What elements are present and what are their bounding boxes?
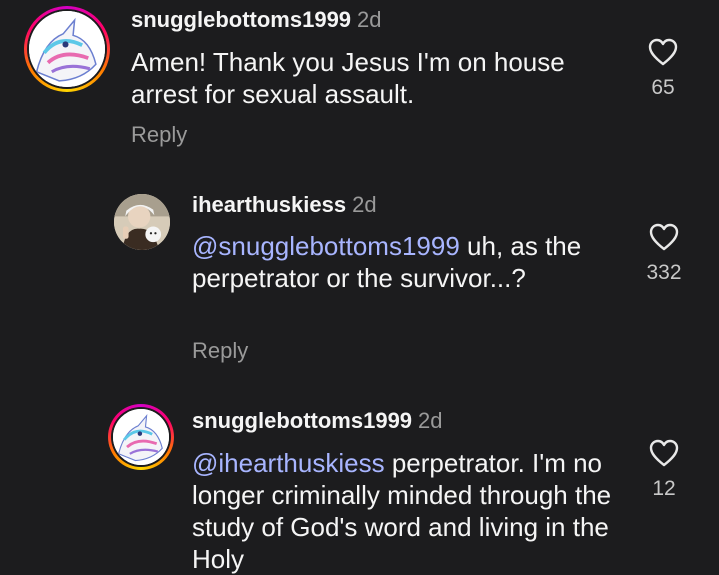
- unicorn-avatar-icon: [29, 11, 105, 87]
- heart-outline-icon: [649, 439, 679, 467]
- heart-outline-icon: [648, 38, 678, 66]
- timestamp: 2d: [352, 192, 377, 217]
- timestamp: 2d: [357, 7, 382, 32]
- photo-avatar-icon: [114, 194, 170, 250]
- username[interactable]: ihearthuskiess 2d: [192, 192, 377, 218]
- avatar[interactable]: [114, 194, 170, 250]
- mention-link[interactable]: @snugglebottoms1999: [192, 231, 460, 261]
- like-button[interactable]: 12: [634, 439, 694, 501]
- like-count: 12: [652, 477, 676, 500]
- reply-button[interactable]: Reply: [192, 338, 248, 364]
- like-count: 332: [646, 261, 682, 284]
- unicorn-avatar-icon: [113, 409, 169, 465]
- username[interactable]: snugglebottoms1999 2d: [192, 408, 443, 434]
- comment-text: Amen! Thank you Jesus I'm on house arres…: [131, 47, 565, 109]
- avatar[interactable]: [24, 6, 110, 92]
- like-button[interactable]: 332: [634, 223, 694, 285]
- like-count: 65: [651, 76, 675, 99]
- comment-text: @snugglebottoms1999 uh, as the perpetrat…: [192, 231, 582, 293]
- like-button[interactable]: 65: [633, 38, 693, 100]
- timestamp: 2d: [418, 408, 443, 433]
- username[interactable]: snugglebottoms1999 2d: [131, 7, 382, 33]
- avatar[interactable]: [108, 404, 174, 470]
- reply-button[interactable]: Reply: [131, 122, 187, 148]
- mention-link[interactable]: @ihearthuskiess: [192, 448, 385, 478]
- heart-outline-icon: [649, 223, 679, 251]
- comment-text: @ihearthuskiess perpetrator. I'm no long…: [192, 448, 612, 574]
